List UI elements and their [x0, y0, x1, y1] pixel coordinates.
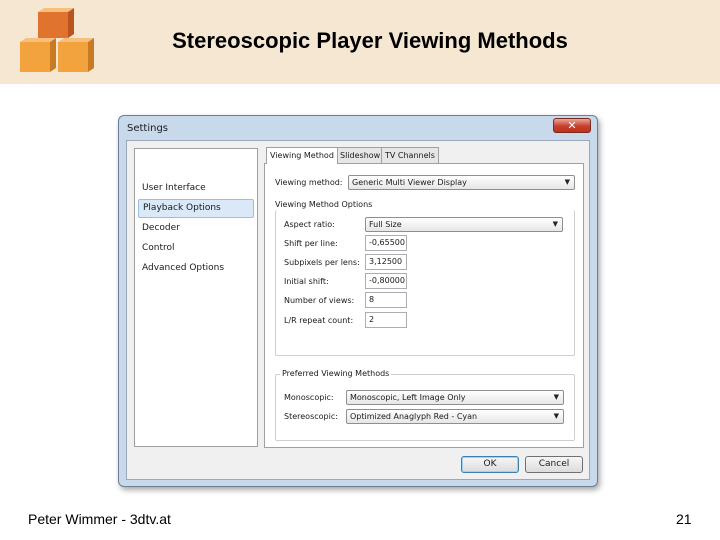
viewing-method-panel: Viewing method: Generic Multi Viewer Dis…	[264, 163, 584, 448]
aspect-ratio-label: Aspect ratio:	[284, 220, 335, 229]
options-group-title: Viewing Method Options	[275, 200, 373, 209]
nav-item-advanced-options[interactable]: Advanced Options	[138, 259, 254, 278]
nav-item-control[interactable]: Control	[138, 239, 254, 258]
nav-item-decoder[interactable]: Decoder	[138, 219, 254, 238]
tab-tv-channels[interactable]: TV Channels	[381, 147, 439, 163]
number-of-views-input[interactable]: 8	[365, 292, 407, 308]
settings-category-list: User Interface Playback Options Decoder …	[134, 148, 258, 447]
subpixels-per-lens-input[interactable]: 3,12500	[365, 254, 407, 270]
chevron-down-icon: ▼	[553, 412, 559, 420]
viewing-method-label: Viewing method:	[275, 178, 343, 187]
monoscopic-select[interactable]: Monoscopic, Left Image Only ▼	[346, 390, 564, 405]
preferred-viewing-methods-group: Preferred Viewing Methods Monoscopic: Mo…	[275, 369, 575, 441]
initial-shift-input[interactable]: -0,80000	[365, 273, 407, 289]
cancel-button[interactable]: Cancel	[525, 456, 583, 473]
stereoscopic-value: Optimized Anaglyph Red - Cyan	[350, 412, 478, 421]
shift-per-line-input[interactable]: -0,65500	[365, 235, 407, 251]
page-number: 21	[676, 511, 692, 527]
close-button[interactable]: ✕	[553, 118, 591, 133]
chevron-down-icon: ▼	[564, 178, 570, 186]
chevron-down-icon: ▼	[552, 220, 558, 228]
slide-header: Stereoscopic Player Viewing Methods	[0, 0, 720, 84]
viewing-method-select[interactable]: Generic Multi Viewer Display ▼	[348, 175, 575, 190]
monoscopic-label: Monoscopic:	[284, 393, 334, 402]
footer-author: Peter Wimmer - 3dtv.at	[28, 511, 171, 527]
stereoscopic-label: Stereoscopic:	[284, 412, 338, 421]
subpixels-per-lens-label: Subpixels per lens:	[284, 258, 360, 267]
initial-shift-label: Initial shift:	[284, 277, 329, 286]
tab-slideshow[interactable]: Slideshow	[336, 147, 385, 163]
lr-repeat-count-input[interactable]: 2	[365, 312, 407, 328]
viewing-method-options-group: Aspect ratio: Full Size ▼ Shift per line…	[275, 210, 575, 356]
number-of-views-label: Number of views:	[284, 296, 355, 305]
chevron-down-icon: ▼	[553, 393, 559, 401]
preferred-group-title: Preferred Viewing Methods	[280, 369, 392, 378]
dialog-client-area: User Interface Playback Options Decoder …	[126, 140, 590, 480]
tab-viewing-method[interactable]: Viewing Method	[266, 147, 338, 164]
slide-title: Stereoscopic Player Viewing Methods	[172, 28, 568, 53]
nav-item-playback-options[interactable]: Playback Options	[138, 199, 254, 218]
settings-dialog: Settings ✕ User Interface Playback Optio…	[118, 115, 598, 487]
nav-item-user-interface[interactable]: User Interface	[138, 179, 254, 198]
aspect-ratio-select[interactable]: Full Size ▼	[365, 217, 563, 232]
stereoscopic-select[interactable]: Optimized Anaglyph Red - Cyan ▼	[346, 409, 564, 424]
monoscopic-value: Monoscopic, Left Image Only	[350, 393, 466, 402]
shift-per-line-label: Shift per line:	[284, 239, 338, 248]
aspect-ratio-value: Full Size	[369, 220, 402, 229]
dialog-title: Settings	[127, 123, 169, 134]
lr-repeat-count-label: L/R repeat count:	[284, 316, 354, 325]
ok-button[interactable]: OK	[461, 456, 519, 473]
viewing-method-value: Generic Multi Viewer Display	[352, 178, 467, 187]
